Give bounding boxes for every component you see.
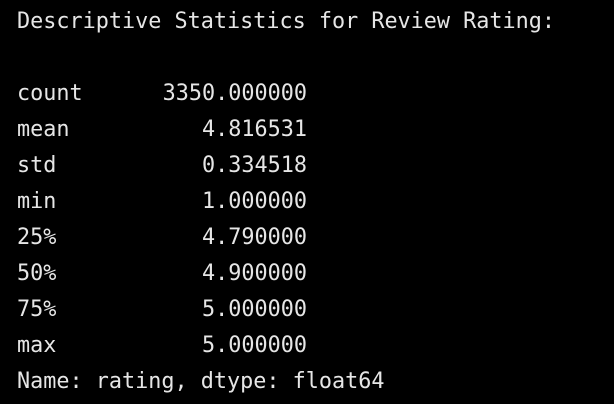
stat-value: 3350.000000 (162, 81, 307, 106)
stat-label: mean (17, 117, 70, 142)
stat-label: min (17, 189, 57, 214)
stat-row-max: max 5.000000 (17, 328, 614, 364)
stat-label: 50% (17, 261, 57, 286)
stat-row-mean: mean 4.816531 (17, 112, 614, 148)
stat-label: count (17, 81, 83, 106)
stat-value: 4.900000 (202, 261, 307, 286)
stat-label: 25% (17, 225, 57, 250)
stat-row-25: 25% 4.790000 (17, 220, 614, 256)
stat-value: 4.816531 (202, 117, 307, 142)
stat-label: 75% (17, 297, 57, 322)
stats-heading: Descriptive Statistics for Review Rating… (17, 9, 556, 34)
series-footer: Name: rating, dtype: float64 (17, 369, 385, 394)
stat-label: std (17, 153, 57, 178)
stat-row-count: count 3350.000000 (17, 76, 614, 112)
stat-row-min: min 1.000000 (17, 184, 614, 220)
stat-value: 4.790000 (202, 225, 307, 250)
stat-row-50: 50% 4.900000 (17, 256, 614, 292)
stat-value: 5.000000 (202, 333, 307, 358)
stat-value: 1.000000 (202, 189, 307, 214)
stat-row-std: std 0.334518 (17, 148, 614, 184)
stat-value: 0.334518 (202, 153, 307, 178)
stat-row-75: 75% 5.000000 (17, 292, 614, 328)
terminal-output: Descriptive Statistics for Review Rating… (0, 0, 614, 404)
stat-label: max (17, 333, 57, 358)
stat-value: 5.000000 (202, 297, 307, 322)
